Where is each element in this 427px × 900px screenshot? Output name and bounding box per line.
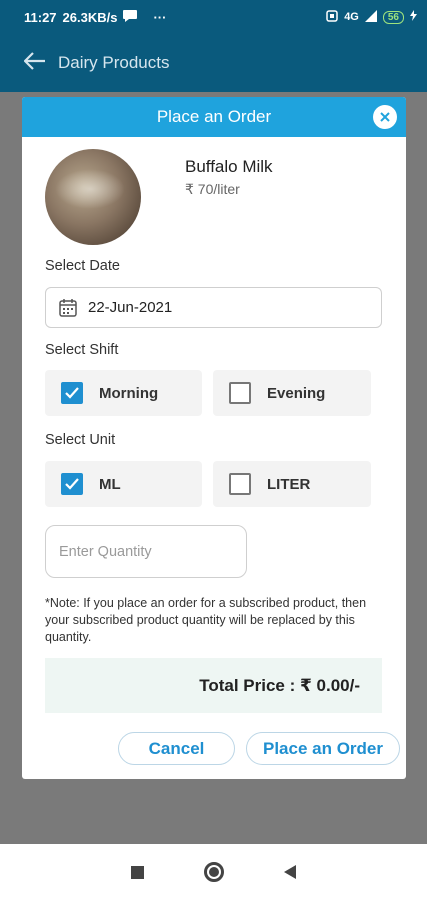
date-value: 22-Jun-2021 bbox=[88, 299, 173, 316]
more-notifications-icon: ··· bbox=[153, 9, 167, 25]
evening-label: Evening bbox=[267, 384, 326, 402]
status-bar: 11:27 26.3KB/s ··· 4G 56 bbox=[0, 0, 427, 34]
morning-checkbox[interactable] bbox=[61, 382, 83, 404]
dialog-title: Place an Order bbox=[156, 107, 272, 126]
network-label: 4G bbox=[344, 11, 359, 23]
shift-morning-option[interactable]: Morning bbox=[45, 370, 202, 416]
unit-liter-option[interactable]: LITER bbox=[213, 461, 371, 507]
quantity-field[interactable] bbox=[45, 525, 247, 578]
back-arrow-icon[interactable] bbox=[23, 49, 46, 77]
dialog-header: Place an Order bbox=[22, 97, 406, 137]
select-date-label: Select Date bbox=[45, 258, 120, 274]
recents-icon[interactable] bbox=[131, 865, 144, 879]
morning-label: Morning bbox=[99, 384, 159, 402]
back-icon[interactable] bbox=[284, 865, 296, 879]
total-price: Total Price : ₹ 0.00/- bbox=[199, 675, 360, 695]
liter-checkbox[interactable] bbox=[229, 473, 251, 495]
calendar-icon bbox=[59, 298, 77, 317]
unit-ml-option[interactable]: ML bbox=[45, 461, 202, 507]
status-speed: 26.3KB/s bbox=[62, 9, 118, 25]
charging-icon bbox=[410, 10, 417, 24]
checkmark-icon bbox=[65, 387, 79, 399]
battery-icon: 56 bbox=[382, 10, 404, 24]
liter-label: LITER bbox=[267, 475, 311, 493]
checkmark-icon bbox=[65, 478, 79, 490]
product-summary: Buffalo Milk ₹ 70/liter bbox=[45, 149, 273, 245]
ml-label: ML bbox=[99, 475, 121, 493]
shift-evening-option[interactable]: Evening bbox=[213, 370, 371, 416]
select-shift-label: Select Shift bbox=[45, 342, 119, 358]
home-icon[interactable] bbox=[204, 862, 224, 882]
select-unit-label: Select Unit bbox=[45, 432, 116, 448]
place-order-dialog: Place an Order Buffalo Milk ₹ 70/liter S… bbox=[22, 97, 406, 779]
date-field[interactable]: 22-Jun-2021 bbox=[45, 287, 382, 328]
status-time: 11:27 bbox=[24, 9, 57, 25]
subscription-note: *Note: If you place an order for a subsc… bbox=[45, 596, 367, 644]
total-price-box: Total Price : ₹ 0.00/- bbox=[45, 658, 382, 713]
evening-checkbox[interactable] bbox=[229, 382, 251, 404]
close-icon bbox=[380, 112, 390, 122]
product-price: ₹ 70/liter bbox=[185, 181, 240, 197]
product-image bbox=[45, 149, 141, 245]
cancel-button[interactable]: Cancel bbox=[118, 732, 235, 765]
ml-checkbox[interactable] bbox=[61, 473, 83, 495]
message-icon bbox=[123, 9, 138, 25]
app-bar: Dairy Products bbox=[0, 34, 427, 92]
close-button[interactable] bbox=[373, 105, 397, 129]
place-order-button[interactable]: Place an Order bbox=[246, 732, 400, 765]
product-name: Buffalo Milk bbox=[185, 157, 273, 176]
system-nav-bar bbox=[0, 844, 427, 900]
quantity-input[interactable] bbox=[59, 543, 239, 560]
app-bar-title: Dairy Products bbox=[58, 53, 170, 72]
sim-icon bbox=[326, 9, 338, 25]
signal-icon bbox=[364, 9, 377, 25]
